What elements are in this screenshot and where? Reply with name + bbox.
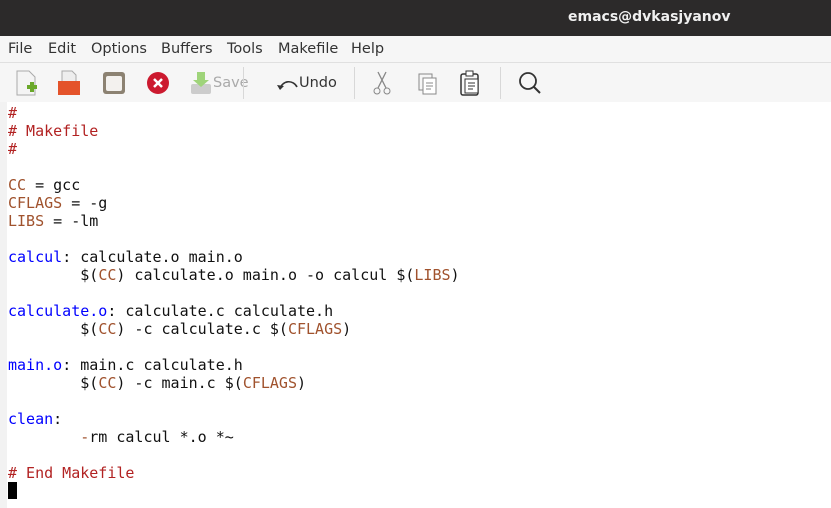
new-file-button[interactable] xyxy=(15,69,39,97)
comment-token: # End Makefile xyxy=(8,464,135,482)
code-line: # xyxy=(8,104,460,122)
toolbar-separator xyxy=(354,67,355,99)
text-token: ) xyxy=(297,374,307,392)
text-token: ) calculate.o main.o -o calcul $( xyxy=(116,266,415,284)
text-token: ) xyxy=(342,320,352,338)
open-folder-icon xyxy=(58,70,80,95)
text-token: $( xyxy=(8,266,99,284)
text-token: rm calcul *.o *~ xyxy=(89,428,234,446)
text-token: ) -c calculate.c $( xyxy=(116,320,288,338)
text-cursor xyxy=(8,482,17,499)
menu-options[interactable]: Options xyxy=(91,41,147,57)
search-icon xyxy=(519,72,541,94)
variable-token: CFLAGS xyxy=(8,194,63,212)
variable-token: LIBS xyxy=(414,266,451,284)
variable-token: CFLAGS xyxy=(287,320,343,338)
target-token: main.o xyxy=(8,356,63,374)
window-title: emacs@dvkasjyanov xyxy=(568,9,731,25)
code-line: # xyxy=(8,140,460,158)
undo-label: Undo xyxy=(299,75,337,91)
code-line: calculate.o: calculate.c calculate.h xyxy=(8,302,460,320)
text-token: : calculate.c calculate.h xyxy=(107,302,334,320)
code-line xyxy=(8,482,460,500)
toolbar-separator xyxy=(500,67,501,99)
comment-token: # Makefile xyxy=(8,122,99,140)
text-token: : xyxy=(53,410,63,428)
close-buffer-button[interactable] xyxy=(146,69,170,97)
target-token: calculate.o xyxy=(8,302,108,320)
code-line: CFLAGS = -g xyxy=(8,194,460,212)
menu-edit[interactable]: Edit xyxy=(48,41,76,57)
paste-button[interactable] xyxy=(459,69,481,97)
code-line: $(CC) -c main.c $(CFLAGS) xyxy=(8,374,460,392)
target-token: calcul xyxy=(8,248,63,266)
new-file-icon xyxy=(16,70,37,96)
text-token: ) -c main.c $( xyxy=(116,374,243,392)
paste-icon xyxy=(460,70,479,96)
left-fringe xyxy=(0,102,7,508)
menu-buffers[interactable]: Buffers xyxy=(161,41,213,57)
code-line: CC = gcc xyxy=(8,176,460,194)
variable-token: CC xyxy=(98,266,117,284)
text-token: = -lm xyxy=(44,212,99,230)
open-directory-icon xyxy=(103,72,125,94)
variable-token: CC xyxy=(98,320,117,338)
cut-icon xyxy=(373,71,391,95)
code-line: $(CC) calculate.o main.o -o calcul $(LIB… xyxy=(8,266,460,284)
text-token: = gcc xyxy=(26,176,81,194)
variable-token: CC xyxy=(8,176,27,194)
text-token: $( xyxy=(8,374,99,392)
undo-icon xyxy=(277,81,298,90)
text-token: : main.c calculate.h xyxy=(62,356,243,374)
code-line: LIBS = -lm xyxy=(8,212,460,230)
editor-buffer[interactable]: # # Makefile # CC = gcc CFLAGS = -g LIBS = -l… xyxy=(8,104,460,500)
text-token: ) xyxy=(450,266,460,284)
toolbar: Save Undo xyxy=(0,63,831,102)
open-file-button[interactable] xyxy=(56,69,82,97)
code-line: # End Makefile xyxy=(8,464,460,482)
search-button[interactable] xyxy=(518,69,542,97)
target-token: clean xyxy=(8,410,54,428)
code-line: calcul: calculate.o main.o xyxy=(8,248,460,266)
copy-button[interactable] xyxy=(417,69,439,97)
save-icon xyxy=(191,72,211,94)
code-line: # Makefile xyxy=(8,122,460,140)
menu-tools[interactable]: Tools xyxy=(227,41,263,57)
variable-token: CC xyxy=(98,374,117,392)
comment-token: # xyxy=(8,104,18,122)
variable-token: LIBS xyxy=(8,212,45,230)
title-bar: emacs@dvkasjyanov xyxy=(0,0,831,36)
cut-button[interactable] xyxy=(372,69,392,97)
code-line: -rm calcul *.o *~ xyxy=(8,428,460,446)
code-line: $(CC) -c calculate.c $(CFLAGS) xyxy=(8,320,460,338)
menu-makefile[interactable]: Makefile xyxy=(278,41,338,57)
code-line: clean: xyxy=(8,410,460,428)
close-buffer-icon xyxy=(147,72,169,94)
menu-file[interactable]: File xyxy=(8,41,32,57)
code-line: main.o: main.c calculate.h xyxy=(8,356,460,374)
menu-help[interactable]: Help xyxy=(351,41,384,57)
text-token: = -g xyxy=(62,194,108,212)
text-token: : calculate.o main.o xyxy=(62,248,243,266)
toolbar-separator xyxy=(243,67,244,99)
undo-button[interactable]: Undo xyxy=(277,69,337,97)
variable-token: CFLAGS xyxy=(242,374,297,392)
copy-icon xyxy=(418,73,437,95)
save-button[interactable]: Save xyxy=(189,69,249,97)
comment-token: # xyxy=(8,140,18,158)
open-directory-button[interactable] xyxy=(102,69,126,97)
text-token: $( xyxy=(8,320,99,338)
menu-bar: File Edit Options Buffers Tools Makefile… xyxy=(0,36,831,63)
variable-token: - xyxy=(80,428,90,446)
